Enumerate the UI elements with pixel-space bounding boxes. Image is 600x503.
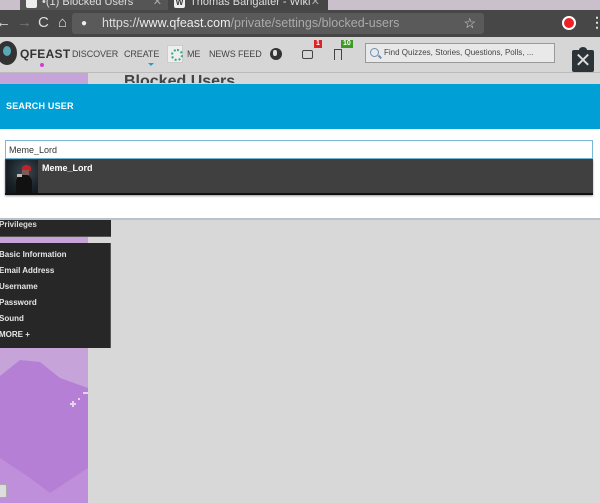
globe-icon[interactable] [270,48,282,60]
search-results-list: Meme_Lord [5,159,593,195]
forward-arrow-icon[interactable]: → [17,14,32,32]
feedback-button[interactable] [0,484,7,498]
logo-indicator-dot [40,63,44,67]
browser-tab-wiki[interactable]: W Thomas Bangalter - Wiki ✕ [168,0,328,10]
result-avatar [6,160,38,193]
modal-title: SEARCH USER [6,101,74,111]
caret-down-icon [148,63,154,66]
qfeast-logo-icon[interactable] [0,41,17,65]
search-icon [370,48,379,57]
bookmark-icon[interactable] [334,49,342,60]
browser-tab-blocked-users[interactable]: •(1) Blocked Users ✕ [20,0,170,10]
sidebar-item-privileges[interactable]: Privileges [0,220,111,237]
qfeast-favicon-icon [26,0,37,8]
url-path: /private/settings/blocked-users [230,16,400,30]
mail-count-badge: 1 [314,40,322,48]
sidebar-item-username[interactable]: Username [0,282,38,291]
modal-close-button[interactable]: ✕ [572,50,594,72]
tab-title: •(1) Blocked Users [42,0,134,8]
user-avatar[interactable] [167,45,183,63]
browser-menu-icon[interactable]: ⋮ [590,14,600,31]
address-bar[interactable]: ● https://www.qfeast.com/private/setting… [72,13,484,34]
sidebar-item-email-address[interactable]: Email Address [0,266,54,275]
sidebar-item-basic-information[interactable]: Basic Information [0,250,67,259]
close-icon: ✕ [574,50,592,72]
nav-discover[interactable]: DISCOVER [72,49,118,59]
sidebar-item-label: Privileges [0,220,37,229]
mail-icon[interactable] [302,50,313,59]
decorative-illustration [0,348,88,503]
url-host: www.qfeast.com [139,16,231,30]
browser-tab-strip: •(1) Blocked Users ✕ W Thomas Bangalter … [0,0,600,10]
home-icon[interactable]: ⌂ [58,14,67,32]
bookmark-star-icon[interactable]: ☆ [463,13,476,34]
modal-header: SEARCH USER [0,84,600,129]
tab-close-icon[interactable]: ✕ [153,0,162,10]
search-user-modal: Meme_Lord [0,129,600,220]
site-logo[interactable]: QFEAST [20,47,70,61]
tab-close-icon[interactable]: ✕ [311,0,320,10]
nav-news-feed[interactable]: NEWS FEED [209,49,262,59]
page-title: Blocked Users [124,73,236,83]
sidebar-item-sound[interactable]: Sound [0,314,24,323]
browser-toolbar: ← → C ⌂ ● https://www.qfeast.com/private… [0,10,600,37]
search-placeholder: Find Quizzes, Stories, Questions, Polls,… [384,48,534,57]
url-scheme: https:// [102,16,140,30]
result-username: Meme_Lord [42,163,93,173]
reload-icon[interactable]: C [38,14,49,32]
adblock-extension-icon[interactable] [562,16,576,30]
tab-title: Thomas Bangalter - Wiki [190,0,311,8]
wikipedia-favicon-icon: W [174,0,185,8]
bookmark-count-badge: 10 [341,40,353,48]
nav-me[interactable]: ME [187,49,200,59]
settings-menu: Basic Information Email Address Username… [0,243,111,348]
nav-create[interactable]: CREATE [124,49,159,59]
site-header: QFEAST DISCOVER CREATE ME NEWS FEED 1 10… [0,37,600,73]
sidebar-item-password[interactable]: Password [0,298,37,307]
site-search-input[interactable]: Find Quizzes, Stories, Questions, Polls,… [365,43,555,63]
sidebar-item-more[interactable]: MORE + [0,330,30,339]
back-arrow-icon[interactable]: ← [0,14,11,32]
user-search-input[interactable] [5,140,593,159]
lock-icon: ● [81,18,88,29]
